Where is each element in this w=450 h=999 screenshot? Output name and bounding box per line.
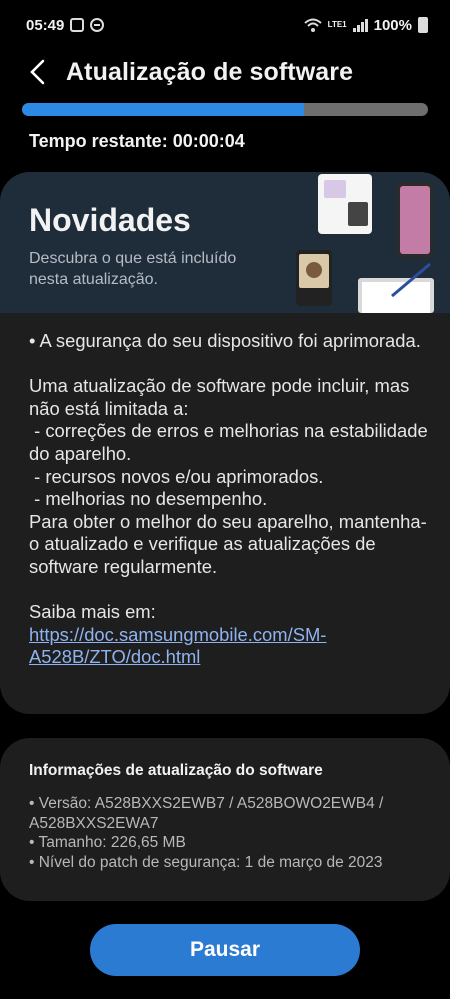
- battery-icon: [418, 17, 428, 33]
- status-bar: 05:49 LTE1 100%: [0, 0, 450, 50]
- release-notes-text: • A segurança do seu dispositivo foi apr…: [29, 330, 428, 623]
- release-notes: • A segurança do seu dispositivo foi apr…: [29, 330, 429, 669]
- info-version: • Versão: A528BXXS2EWB7 / A528BOWO2EWB4 …: [29, 795, 384, 832]
- news-banner: Novidades Descubra o que está incluído n…: [0, 172, 450, 313]
- remaining-time: Tempo restante: 00:00:04: [29, 131, 245, 152]
- pause-button[interactable]: Pausar: [90, 924, 360, 976]
- wifi-icon: [303, 18, 322, 32]
- more-info-link[interactable]: https://doc.samsungmobile.com/SM-A528B/Z…: [29, 624, 429, 669]
- back-arrow-icon: [30, 59, 45, 85]
- app-header: Atualização de software: [0, 50, 450, 94]
- release-notes-card[interactable]: Novidades Descubra o que está incluído n…: [0, 172, 450, 714]
- battery-percent: 100%: [373, 16, 412, 34]
- software-info-card: Informações de atualização do software •…: [0, 738, 450, 901]
- devices-illustration: [296, 174, 434, 313]
- info-size: • Tamanho: 226,65 MB: [29, 834, 186, 851]
- info-security-patch: • Nível do patch de segurança: 1 de març…: [29, 853, 383, 871]
- update-progress-bar: [22, 103, 428, 116]
- back-button[interactable]: [18, 52, 58, 92]
- signal-icon: [352, 18, 368, 32]
- status-time: 05:49: [26, 16, 65, 34]
- network-label: LTE1: [327, 20, 347, 29]
- info-title: Informações de atualização do software: [29, 762, 323, 779]
- status-left: 05:49: [26, 16, 105, 34]
- page-title: Atualização de software: [66, 57, 354, 86]
- do-not-disturb-icon: [90, 18, 105, 32]
- progress-fill: [22, 103, 305, 116]
- screen-record-icon: [70, 18, 85, 32]
- status-right: LTE1 100%: [303, 16, 428, 34]
- remaining-value: 00:00:04: [172, 131, 245, 151]
- remaining-label: Tempo restante:: [29, 131, 168, 151]
- info-list: • Versão: A528BXXS2EWB7 / A528BOWO2EWB4 …: [29, 794, 429, 872]
